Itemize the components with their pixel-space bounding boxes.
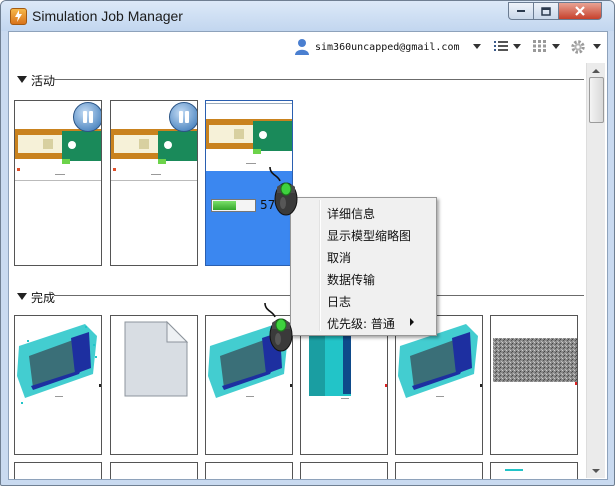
list-view-icon[interactable] bbox=[494, 40, 508, 52]
section-label-active: 活动 bbox=[31, 74, 56, 88]
vertical-scrollbar[interactable] bbox=[586, 63, 605, 478]
section-divider bbox=[54, 79, 584, 80]
maximize-button[interactable] bbox=[533, 2, 559, 20]
active-job-card-2[interactable] bbox=[110, 100, 198, 266]
grid-view-icon[interactable] bbox=[533, 40, 546, 52]
window-title: Simulation Job Manager bbox=[32, 8, 183, 24]
close-icon bbox=[575, 6, 585, 16]
app-icon bbox=[10, 8, 27, 25]
toolbar: sim360uncapped@gmail.com bbox=[9, 32, 607, 64]
menu-item-label: 详细信息 bbox=[327, 207, 376, 221]
maximize-icon bbox=[541, 6, 551, 16]
menu-item-cancel[interactable]: 取消 bbox=[293, 245, 432, 267]
collapse-arrow-icon[interactable] bbox=[17, 76, 27, 83]
completed-job-card-11[interactable] bbox=[395, 462, 483, 479]
application-window: Simulation Job Manager sim360uncapped@gm… bbox=[0, 0, 615, 486]
menu-item-show-model-thumbnail[interactable]: 显示模型缩略图 bbox=[293, 223, 432, 245]
menu-item-priority[interactable]: 优先级: 普通 bbox=[293, 311, 432, 333]
title-bar[interactable]: Simulation Job Manager bbox=[1, 1, 614, 31]
mouse-click-icon bbox=[269, 167, 298, 216]
chevron-down-icon[interactable] bbox=[552, 44, 560, 49]
gray-noise-thumbnail bbox=[493, 338, 577, 385]
mesh-result-thumbnail bbox=[309, 324, 387, 399]
mouse-click-icon bbox=[264, 303, 293, 352]
minimize-icon bbox=[517, 10, 525, 12]
menu-item-label: 数据传输 bbox=[327, 273, 376, 287]
mesh-result-thumbnail bbox=[505, 469, 523, 471]
scroll-down-icon[interactable] bbox=[588, 464, 604, 478]
menu-item-label: 优先级: 普通 bbox=[327, 317, 395, 331]
completed-job-card-4[interactable] bbox=[300, 315, 388, 455]
minimize-button[interactable] bbox=[508, 2, 534, 20]
close-button[interactable] bbox=[558, 2, 602, 20]
completed-job-card-9[interactable] bbox=[205, 462, 293, 479]
menu-item-label: 日志 bbox=[327, 295, 352, 309]
upload-progress-bar bbox=[211, 199, 256, 212]
chevron-down-icon[interactable] bbox=[513, 44, 521, 49]
user-icon bbox=[295, 39, 309, 55]
menu-item-label: 显示模型缩略图 bbox=[327, 229, 412, 243]
completed-job-card-1[interactable] bbox=[14, 315, 102, 455]
completed-job-card-7[interactable] bbox=[14, 462, 102, 479]
chevron-down-icon[interactable] bbox=[473, 44, 481, 49]
completed-job-card-10[interactable] bbox=[300, 462, 388, 479]
submenu-arrow-icon bbox=[410, 318, 414, 326]
active-job-card-1[interactable] bbox=[14, 100, 102, 266]
completed-job-card-12[interactable] bbox=[490, 462, 578, 479]
gear-icon[interactable] bbox=[570, 39, 586, 55]
pause-icon[interactable] bbox=[169, 102, 197, 132]
completed-job-card-8[interactable] bbox=[110, 462, 198, 479]
collapse-arrow-icon[interactable] bbox=[17, 293, 27, 300]
menu-item-label: 取消 bbox=[327, 251, 352, 265]
menu-item-log[interactable]: 日志 bbox=[293, 289, 432, 311]
blank-document-icon bbox=[124, 320, 189, 397]
menu-item-data-transfer[interactable]: 数据传输 bbox=[293, 267, 432, 289]
completed-job-card-5[interactable] bbox=[395, 315, 483, 455]
chevron-down-icon[interactable] bbox=[593, 44, 601, 49]
upload-progress-fill bbox=[213, 201, 236, 210]
menu-item-details[interactable]: 详细信息 bbox=[293, 201, 432, 223]
mesh-result-thumbnail bbox=[17, 324, 101, 404]
pause-icon[interactable] bbox=[73, 102, 101, 132]
model-thumbnail bbox=[206, 101, 292, 171]
completed-job-card-6[interactable] bbox=[490, 315, 578, 455]
section-label-completed: 完成 bbox=[31, 291, 56, 305]
context-menu: 详细信息 显示模型缩略图 取消 数据传输 日志 优先级: 普通 bbox=[290, 197, 437, 336]
user-email-dropdown[interactable]: sim360uncapped@gmail.com bbox=[315, 42, 460, 53]
scrollbar-thumb[interactable] bbox=[589, 77, 604, 123]
completed-job-card-2[interactable] bbox=[110, 315, 198, 455]
mesh-result-thumbnail bbox=[398, 324, 482, 398]
scroll-up-icon[interactable] bbox=[588, 64, 604, 78]
